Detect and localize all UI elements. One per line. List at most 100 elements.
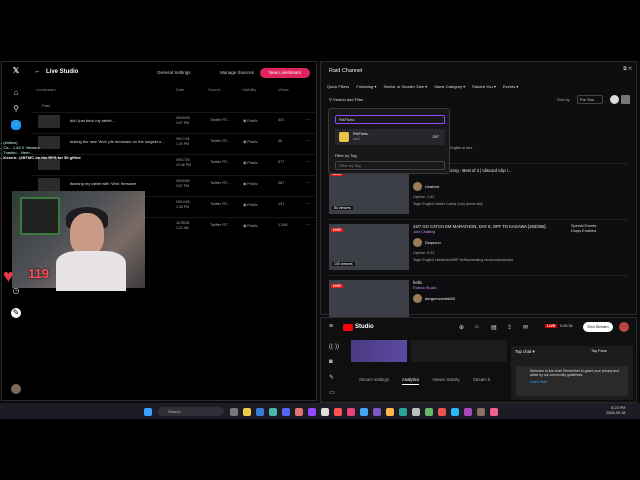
discord-icon[interactable]: [282, 408, 290, 416]
file-explorer-icon[interactable]: [243, 408, 251, 416]
col-livestream: Livestream: [36, 87, 56, 92]
stream-category[interactable]: Roblox Studio: [413, 286, 437, 290]
more-icon[interactable]: ⋯: [305, 180, 310, 186]
table-row[interactable]: did i just brick my tablet... 09/18/26 4:…: [32, 112, 316, 130]
result-category: osu!: [353, 137, 360, 141]
app-icon[interactable]: [490, 408, 498, 416]
sort-select[interactable]: For You: [577, 95, 603, 104]
app-icon[interactable]: [386, 408, 394, 416]
app-icon[interactable]: [256, 408, 264, 416]
app-icon[interactable]: [464, 408, 472, 416]
search-result-item[interactable]: RAFishu osu! 267: [335, 129, 445, 145]
filter-category[interactable]: Same Category ▾: [434, 84, 465, 89]
task-view-icon[interactable]: [230, 408, 238, 416]
livestream-visibility: ◉ Public: [243, 160, 258, 165]
app-icon[interactable]: [321, 408, 329, 416]
time-text: 12:46 PM: [176, 162, 191, 167]
osu-icon[interactable]: [347, 408, 355, 416]
streamer-name[interactable]: Deqscriu: [425, 240, 441, 245]
livestream-date: 09/14/26 1:38 PM: [176, 200, 190, 209]
camera-icon[interactable]: ⌂: [475, 324, 479, 330]
raid-channel-card[interactable]: LIVE 84 viewers ... supporter w/ @pezcrg …: [329, 166, 629, 220]
face: [70, 213, 104, 255]
date-text: 09/17/26: [176, 158, 190, 162]
more-icon[interactable]: ⋯: [305, 117, 310, 123]
search-icon[interactable]: ⚲: [11, 104, 21, 114]
top-fans-toggle[interactable]: Top Fans: [591, 349, 607, 353]
grid-view-icon[interactable]: [610, 95, 619, 104]
search-and-filter-button[interactable]: ⚲ Search and Filter: [329, 97, 364, 102]
more-icon[interactable]: ⋯: [305, 138, 310, 144]
app-icon[interactable]: [438, 408, 446, 416]
past-section-label: Past: [42, 103, 51, 108]
end-stream-button[interactable]: End Stream: [583, 322, 613, 332]
livestream-views: 147: [278, 202, 285, 206]
filter-tag-input[interactable]: Filter by Tag: [335, 161, 445, 170]
filter-raided[interactable]: Raided You ▾: [472, 84, 496, 89]
live-studio-header: ← Live Studio General Settings Manage So…: [32, 67, 314, 81]
stream-tags: Tags: English LifestreamSMP NoBackseatin…: [413, 258, 513, 262]
tab-stream-settings[interactable]: Stream settings: [359, 377, 389, 382]
filter-events[interactable]: Events ▾: [503, 84, 518, 89]
livestream-source: Twitter RT...: [210, 118, 230, 122]
menu-icon[interactable]: ≡: [329, 323, 333, 330]
broadcast-icon[interactable]: ((·)): [329, 344, 339, 350]
new-livestream-button[interactable]: New Livestream: [260, 68, 310, 78]
camera-sidebar-icon[interactable]: ◙: [329, 359, 333, 365]
app-icon[interactable]: [334, 408, 342, 416]
visibility-text: Public: [247, 224, 258, 228]
general-settings-button[interactable]: General Settings: [157, 68, 191, 78]
chat-icon[interactable]: ▤: [491, 324, 497, 331]
steam-icon[interactable]: [451, 408, 459, 416]
notifications-icon[interactable]: !: [11, 120, 21, 130]
streamer-name[interactable]: Unaired: [425, 184, 439, 189]
home-icon[interactable]: ⌂: [11, 88, 21, 98]
more-icon[interactable]: ⋯: [305, 201, 310, 207]
filter-size[interactable]: Similar or Smaller Size ▾: [384, 84, 428, 89]
chat-mode-select[interactable]: Top chat ▾: [515, 349, 535, 355]
window-controls[interactable]: ⧉ ✕: [623, 66, 632, 72]
stream-category[interactable]: Just Chatting: [413, 230, 435, 234]
avatar: [413, 182, 422, 191]
app-icon[interactable]: [399, 408, 407, 416]
result-name: RAFishu: [353, 131, 369, 136]
app-icon[interactable]: [373, 408, 381, 416]
start-icon[interactable]: [144, 408, 152, 416]
learn-more-link[interactable]: Learn more: [530, 380, 625, 384]
avatar[interactable]: [619, 322, 629, 332]
back-arrow-icon[interactable]: ←: [34, 68, 41, 75]
time-text: 3:57 PM: [176, 183, 190, 188]
x-logo-icon[interactable]: 𝕏: [11, 66, 21, 76]
more-icon[interactable]: ⋯: [305, 159, 310, 165]
edit-icon[interactable]: ✎: [329, 374, 334, 381]
app-icon[interactable]: [295, 408, 303, 416]
system-clock[interactable]: 6:23 PM 2026-09-18: [606, 406, 625, 416]
search-filter-dropdown: RAFishu RAFishu osu! 267 Filter by Tag F…: [328, 108, 450, 174]
more-icon[interactable]: ⋯: [305, 222, 310, 228]
monitor-icon[interactable]: ▭: [329, 389, 335, 396]
channel-search-input[interactable]: RAFishu: [335, 115, 445, 124]
studio-brand: Studio: [355, 324, 374, 330]
twitch-icon[interactable]: [308, 408, 316, 416]
tab-analytics[interactable]: Analytics: [401, 377, 420, 385]
tab-stream-health[interactable]: Stream h: [473, 377, 490, 382]
settings-icon[interactable]: ✉: [523, 324, 528, 331]
app-icon[interactable]: [477, 408, 485, 416]
tab-viewer-activity[interactable]: Viewer activity: [432, 377, 459, 382]
app-icon[interactable]: [360, 408, 368, 416]
taskbar-search[interactable]: Search: [158, 407, 224, 416]
filter-following[interactable]: Following ▾: [356, 84, 376, 89]
app-icon[interactable]: [425, 408, 433, 416]
share-icon[interactable]: ⇪: [507, 324, 512, 331]
avatar[interactable]: [11, 384, 21, 394]
livestream-title: flashing my tablet with 'Wvs' firmware: [70, 181, 137, 186]
list-view-icon[interactable]: [621, 95, 630, 104]
compose-icon[interactable]: ✎: [11, 308, 21, 318]
app-icon[interactable]: [269, 408, 277, 416]
app-icon[interactable]: [412, 408, 420, 416]
raid-channel-card[interactable]: LIVE 100 viewers 24/7 GO CATCH EM MARATHO…: [329, 222, 629, 276]
streamer-name[interactable]: dergnmcesteb83: [425, 296, 455, 301]
help-icon[interactable]: ⊕: [459, 324, 464, 331]
visibility-text: Public: [247, 182, 258, 186]
manage-sources-button[interactable]: Manage Sources: [220, 68, 254, 78]
